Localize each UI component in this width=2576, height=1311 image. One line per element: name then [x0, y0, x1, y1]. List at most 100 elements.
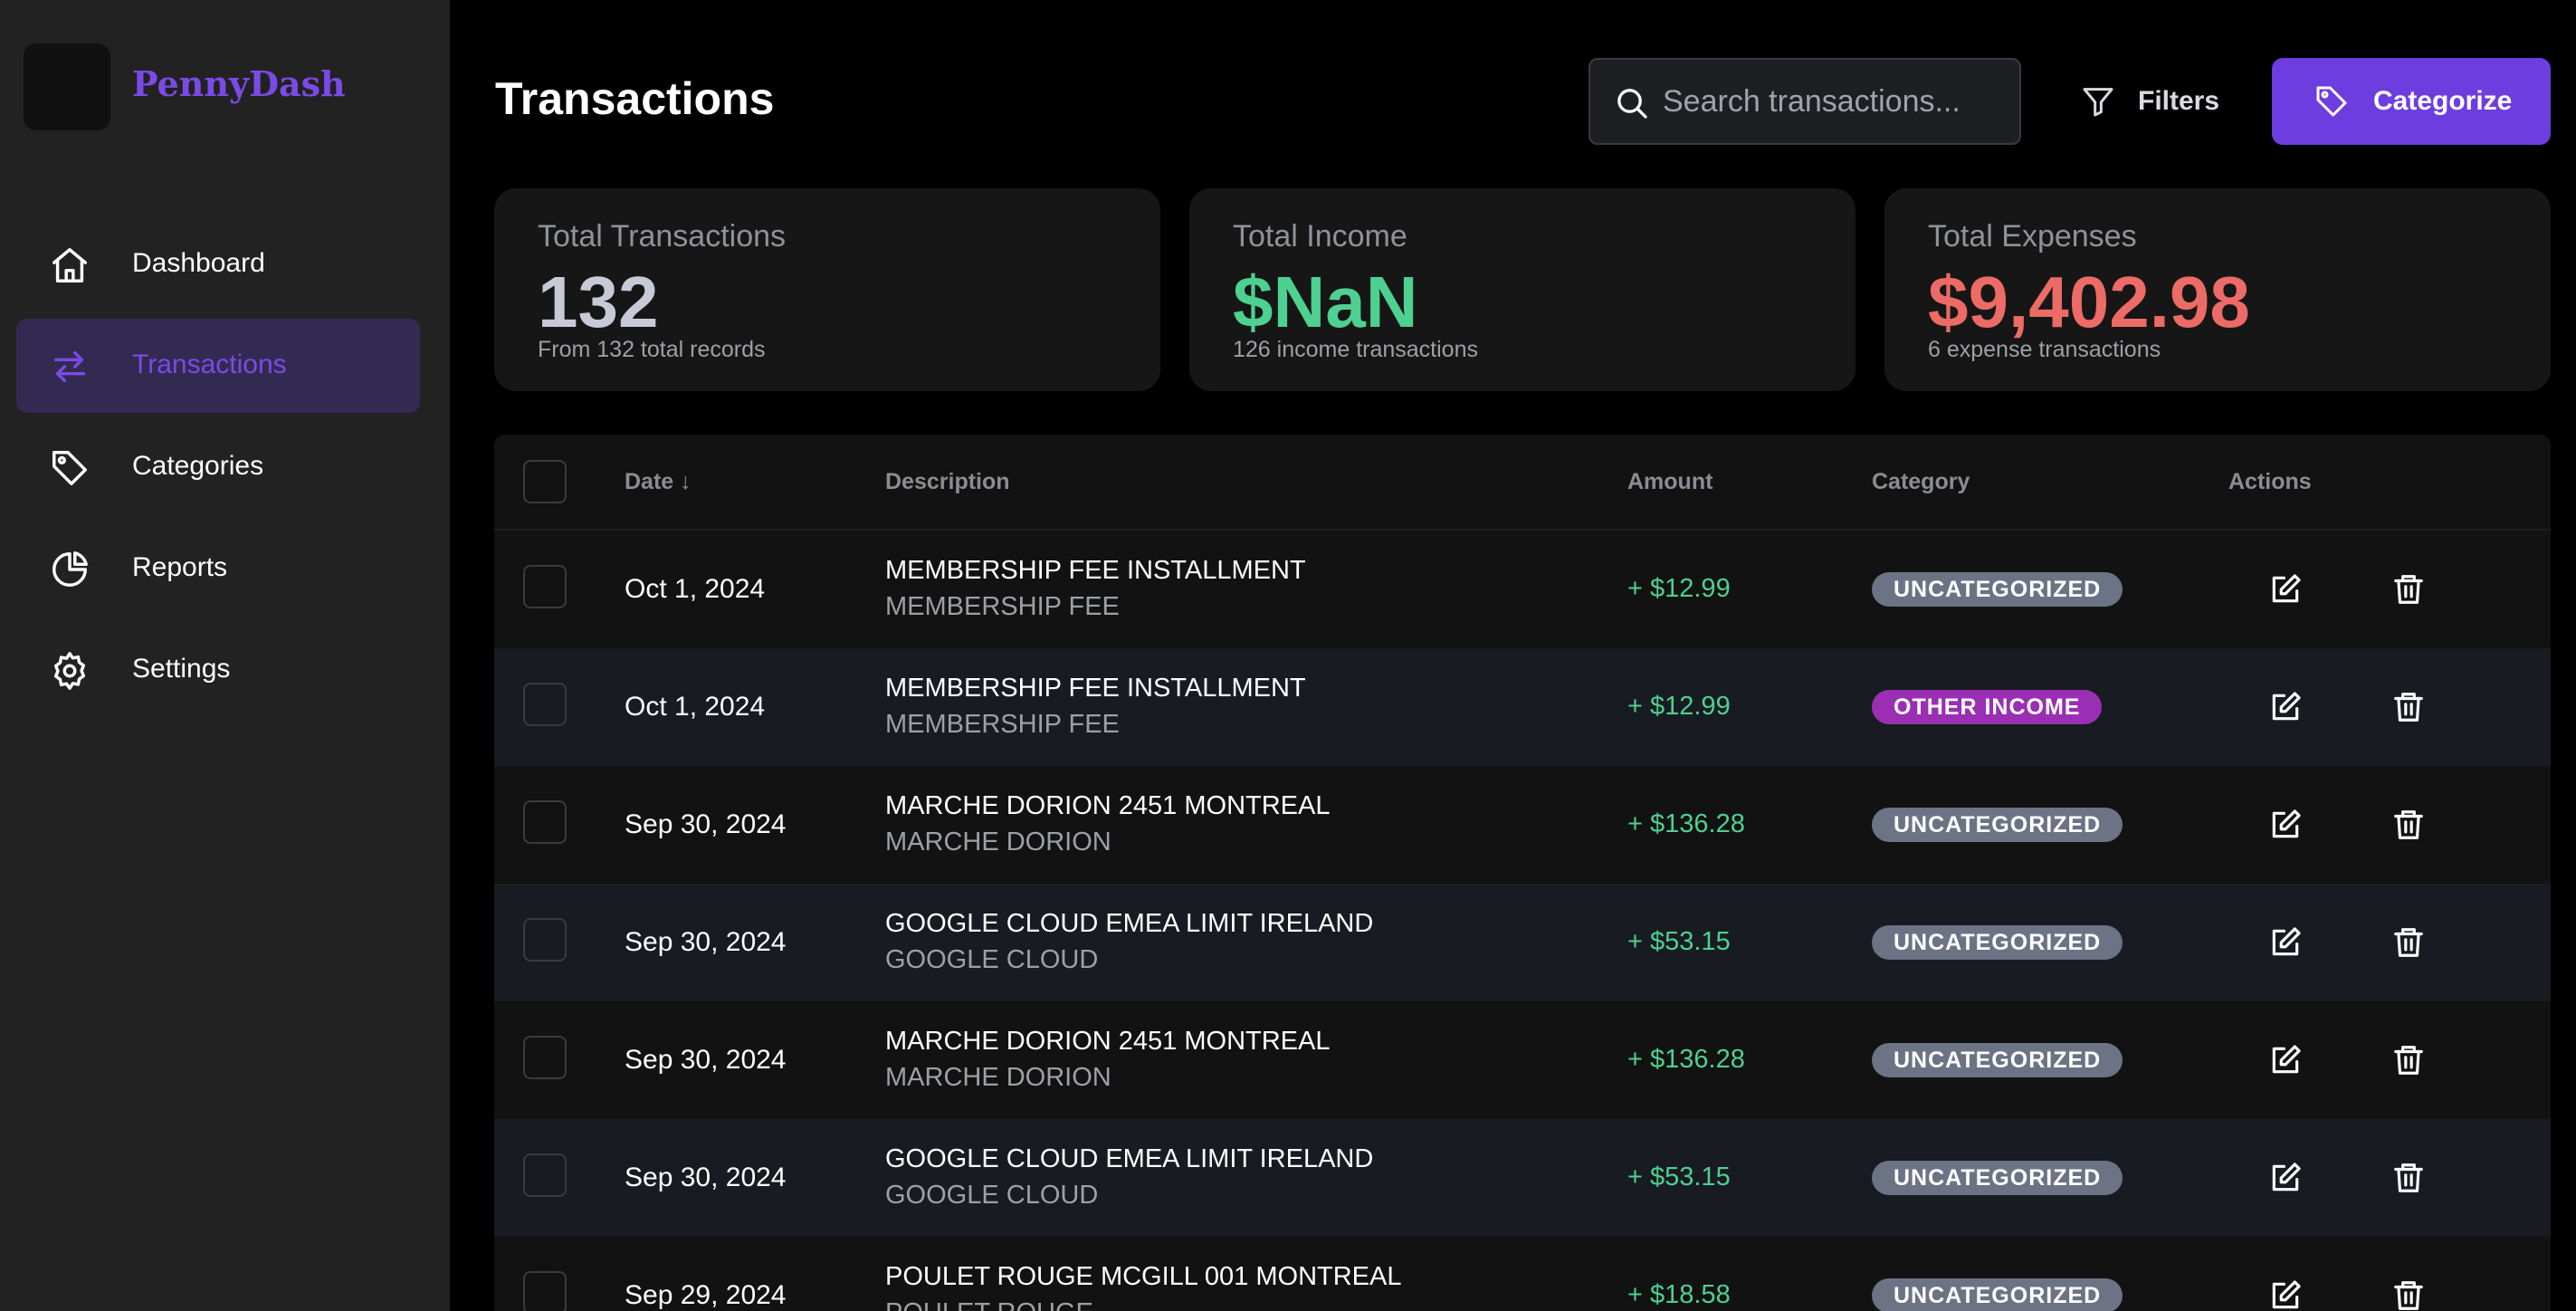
row-checkbox[interactable] — [523, 800, 567, 844]
sidebar-item-settings[interactable]: Settings — [16, 623, 420, 717]
transfer-arrows-icon — [53, 350, 86, 383]
column-header-date[interactable]: Date ↓ — [625, 469, 692, 495]
row-description: MARCHE DORION 2451 MONTREAL — [885, 1027, 1331, 1056]
sidebar: PennyDash Dashboard Transactions Categor… — [0, 0, 450, 1311]
row-checkbox[interactable] — [523, 1271, 567, 1311]
trash-icon[interactable] — [2391, 1161, 2426, 1195]
category-badge[interactable]: OTHER INCOME — [1872, 690, 2103, 724]
stat-value: $9,402.98 — [1928, 262, 2250, 342]
page-title: Transactions — [495, 73, 775, 124]
row-date: Oct 1, 2024 — [625, 692, 766, 722]
category-badge[interactable]: UNCATEGORIZED — [1872, 925, 2123, 960]
trash-icon[interactable] — [2391, 925, 2426, 960]
edit-icon[interactable] — [2268, 1043, 2303, 1077]
category-badge[interactable]: UNCATEGORIZED — [1872, 808, 2123, 842]
categorize-button[interactable]: Categorize — [2272, 58, 2551, 145]
edit-icon[interactable] — [2268, 690, 2303, 724]
row-description: POULET ROUGE MCGILL 001 MONTREAL — [885, 1262, 1402, 1291]
stat-label: Total Expenses — [1928, 219, 2137, 254]
transactions-table: Date ↓ Description Amount Category Actio… — [494, 435, 2551, 1311]
row-merchant: GOOGLE CLOUD — [885, 945, 1099, 974]
app-name: PennyDash — [132, 63, 346, 104]
table-row: Oct 1, 2024 MEMBERSHIP FEE INSTALLMENT M… — [494, 648, 2551, 766]
row-description: MEMBERSHIP FEE INSTALLMENT — [885, 556, 1306, 585]
app-root: PennyDash Dashboard Transactions Categor… — [0, 0, 2576, 1311]
table-header: Date ↓ Description Amount Category Actio… — [494, 435, 2551, 531]
sidebar-item-label: Categories — [132, 451, 264, 481]
search-input[interactable] — [1663, 76, 2007, 127]
edit-icon[interactable] — [2268, 808, 2303, 842]
stat-label: Total Transactions — [538, 219, 787, 254]
stat-subtext: From 132 total records — [538, 337, 766, 362]
column-header-description: Description — [885, 469, 1010, 494]
categorize-label: Categorize — [2373, 86, 2513, 116]
category-badge[interactable]: UNCATEGORIZED — [1872, 1278, 2123, 1311]
sidebar-item-dashboard[interactable]: Dashboard — [16, 217, 420, 311]
sidebar-item-label: Reports — [132, 552, 228, 582]
stat-value: $NaN — [1233, 262, 1418, 342]
row-merchant: MEMBERSHIP FEE — [885, 592, 1120, 621]
category-badge[interactable]: UNCATEGORIZED — [1872, 1161, 2123, 1195]
edit-icon[interactable] — [2268, 925, 2303, 960]
row-date: Sep 30, 2024 — [625, 927, 787, 957]
sidebar-item-transactions[interactable]: Transactions — [16, 319, 420, 413]
category-badge[interactable]: UNCATEGORIZED — [1872, 1043, 2123, 1077]
trash-icon[interactable] — [2391, 808, 2426, 842]
stat-card-total-income: Total Income $NaN 126 income transaction… — [1189, 188, 1856, 391]
sidebar-item-label: Dashboard — [132, 248, 265, 278]
row-description: GOOGLE CLOUD EMEA LIMIT IRELAND — [885, 1144, 1374, 1173]
gear-icon — [53, 652, 86, 690]
row-amount: + $136.28 — [1627, 809, 1745, 838]
category-badge[interactable]: UNCATEGORIZED — [1872, 572, 2123, 607]
row-merchant: MEMBERSHIP FEE — [885, 710, 1120, 739]
row-checkbox[interactable] — [523, 1153, 567, 1197]
row-date: Sep 30, 2024 — [625, 1163, 787, 1192]
select-all-checkbox[interactable] — [523, 460, 567, 503]
row-description: GOOGLE CLOUD EMEA LIMIT IRELAND — [885, 909, 1374, 938]
trash-icon[interactable] — [2391, 1043, 2426, 1077]
sidebar-item-categories[interactable]: Categories — [16, 420, 420, 514]
row-amount: + $12.99 — [1627, 574, 1731, 603]
sidebar-item-label: Transactions — [132, 349, 287, 379]
stat-value: 132 — [538, 262, 659, 342]
table-row: Sep 30, 2024 MARCHE DORION 2451 MONTREAL… — [494, 1001, 2551, 1119]
row-amount: + $18.58 — [1627, 1280, 1731, 1309]
table-row: Oct 1, 2024 MEMBERSHIP FEE INSTALLMENT M… — [494, 531, 2551, 648]
column-header-actions: Actions — [2228, 469, 2312, 494]
search-icon — [1617, 89, 1647, 119]
row-description: MEMBERSHIP FEE INSTALLMENT — [885, 674, 1306, 703]
edit-icon[interactable] — [2268, 1161, 2303, 1195]
row-checkbox[interactable] — [523, 918, 567, 962]
row-checkbox[interactable] — [523, 565, 567, 608]
trash-icon[interactable] — [2391, 1278, 2426, 1311]
sidebar-item-label: Settings — [132, 654, 231, 684]
search-box[interactable] — [1589, 58, 2021, 145]
trash-icon[interactable] — [2391, 572, 2426, 607]
row-amount: + $53.15 — [1627, 1163, 1731, 1191]
row-checkbox[interactable] — [523, 1036, 567, 1079]
row-date: Sep 30, 2024 — [625, 1045, 787, 1075]
filters-label: Filters — [2138, 86, 2220, 116]
stat-label: Total Income — [1233, 219, 1407, 254]
edit-icon[interactable] — [2268, 572, 2303, 607]
table-row: Sep 30, 2024 GOOGLE CLOUD EMEA LIMIT IRE… — [494, 1119, 2551, 1237]
table-row: Sep 30, 2024 GOOGLE CLOUD EMEA LIMIT IRE… — [494, 884, 2551, 1001]
tag-icon — [2316, 86, 2347, 117]
table-row: Sep 29, 2024 POULET ROUGE MCGILL 001 MON… — [494, 1237, 2551, 1311]
column-header-amount: Amount — [1627, 469, 1713, 494]
edit-icon[interactable] — [2268, 1278, 2303, 1311]
tag-icon — [52, 451, 87, 485]
stat-subtext: 126 income transactions — [1233, 337, 1478, 362]
row-date: Sep 29, 2024 — [625, 1280, 787, 1310]
row-merchant: POULET ROUGE — [885, 1298, 1093, 1311]
trash-icon[interactable] — [2391, 690, 2426, 724]
row-merchant: MARCHE DORION — [885, 828, 1111, 856]
logo — [24, 43, 110, 130]
sidebar-item-reports[interactable]: Reports — [16, 522, 420, 616]
stat-card-total-transactions: Total Transactions 132 From 132 total re… — [494, 188, 1160, 391]
filters-button[interactable]: Filters — [2064, 58, 2245, 145]
column-header-category: Category — [1872, 469, 1970, 494]
row-checkbox[interactable] — [523, 683, 567, 726]
stat-card-total-expenses: Total Expenses $9,402.98 6 expense trans… — [1884, 188, 2551, 391]
stat-subtext: 6 expense transactions — [1928, 337, 2161, 362]
